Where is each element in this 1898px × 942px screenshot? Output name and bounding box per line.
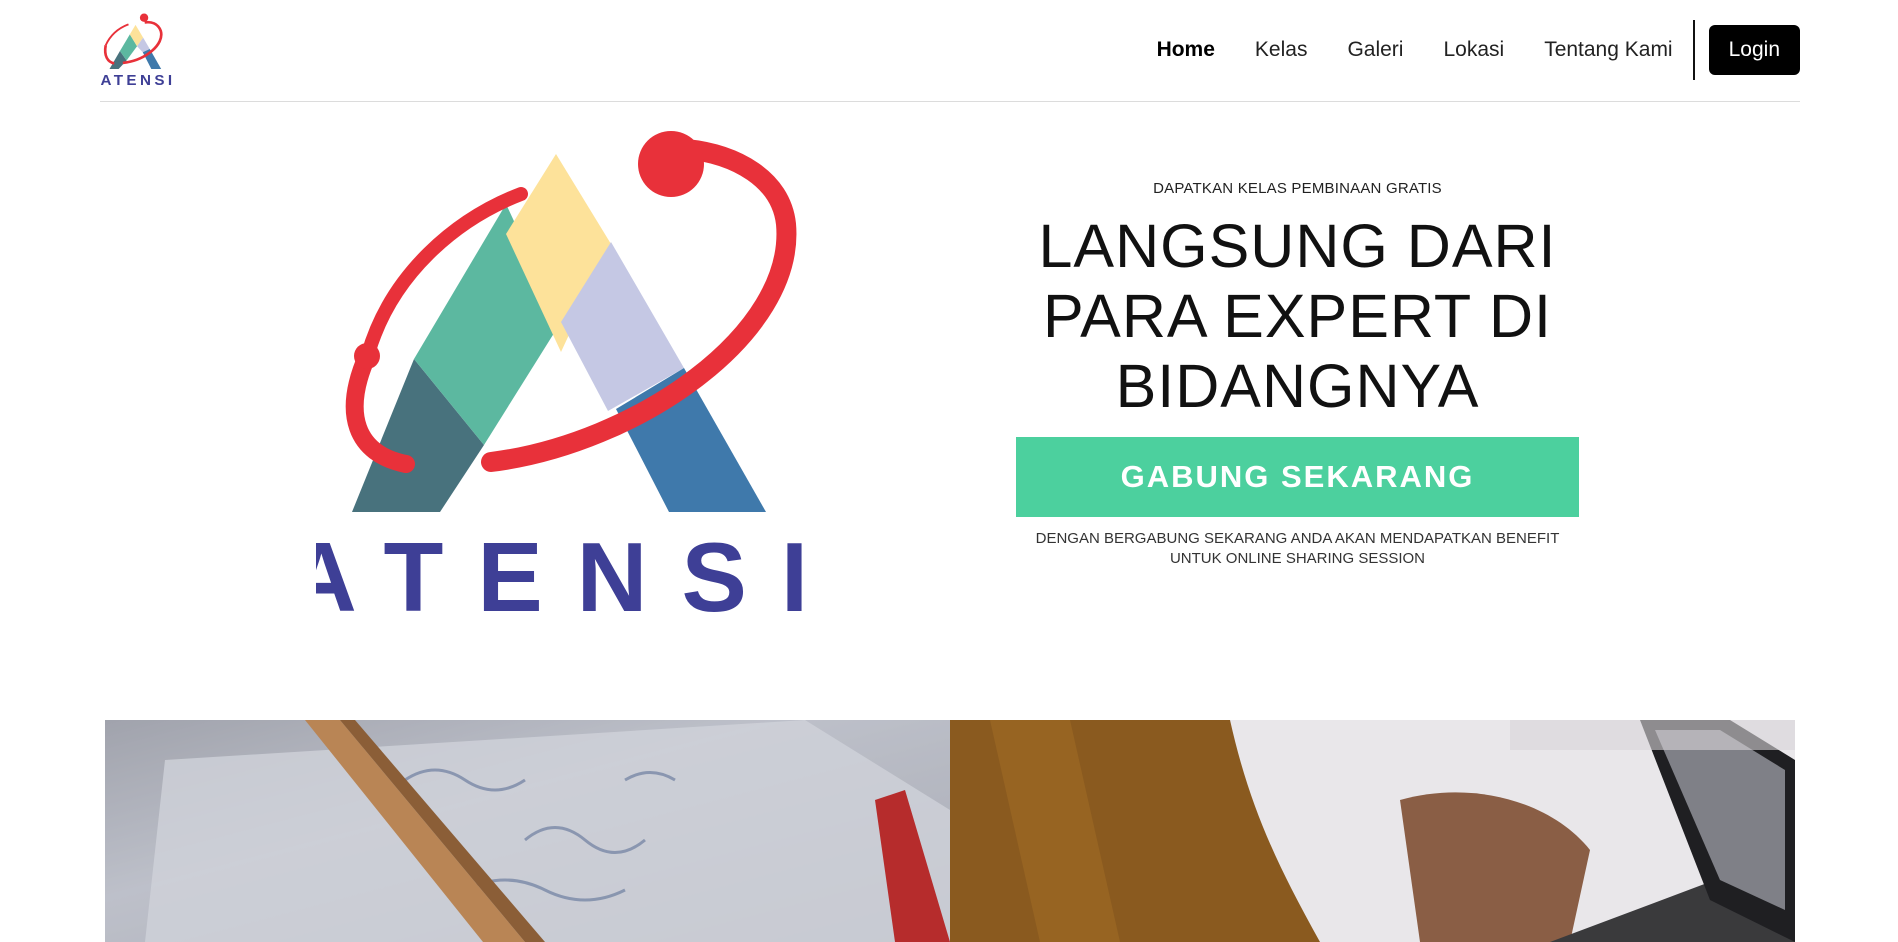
hero-section: DAPATKAN KELAS PEMBINAAN GRATIS LANGSUNG… — [1016, 180, 1579, 569]
cta-note: DENGAN BERGABUNG SEKARANG ANDA AKAN MEND… — [1035, 530, 1560, 567]
laptop-photo-icon — [950, 720, 1795, 942]
gallery-strip — [105, 720, 1795, 942]
login-button[interactable]: Login — [1708, 25, 1800, 75]
nav-tentang-kami[interactable]: Tentang Kami — [1544, 38, 1672, 62]
atensi-hero-logo-icon: ATENSI — [316, 131, 806, 620]
sketchbook-photo-icon — [105, 720, 950, 942]
hero-eyebrow: DAPATKAN KELAS PEMBINAAN GRATIS — [1153, 180, 1442, 197]
logo-wordmark: ATENSI — [100, 72, 175, 88]
nav-lokasi[interactable]: Lokasi — [1443, 38, 1504, 62]
hero-logo: ATENSI — [316, 124, 806, 620]
hero-headline: LANGSUNG DARI PARA EXPERT DI BIDANGNYA — [1038, 212, 1557, 420]
gallery-photo-sketchbook — [105, 720, 950, 942]
gallery-photo-laptop — [950, 720, 1795, 942]
main-nav: Home Kelas Galeri Lokasi Tentang Kami Lo… — [1157, 20, 1800, 80]
nav-galeri[interactable]: Galeri — [1347, 38, 1403, 62]
brand-logo[interactable]: ATENSI — [100, 12, 176, 88]
nav-home[interactable]: Home — [1157, 38, 1215, 62]
atensi-logo-icon: ATENSI — [100, 13, 175, 88]
join-now-button[interactable]: GABUNG SEKARANG — [1016, 437, 1579, 517]
hero-logo-wordmark: ATENSI — [316, 522, 806, 620]
nav-divider — [1692, 20, 1695, 80]
site-header: ATENSI Home Kelas Galeri Lokasi Tentang … — [100, 0, 1800, 102]
nav-kelas[interactable]: Kelas — [1255, 38, 1308, 62]
